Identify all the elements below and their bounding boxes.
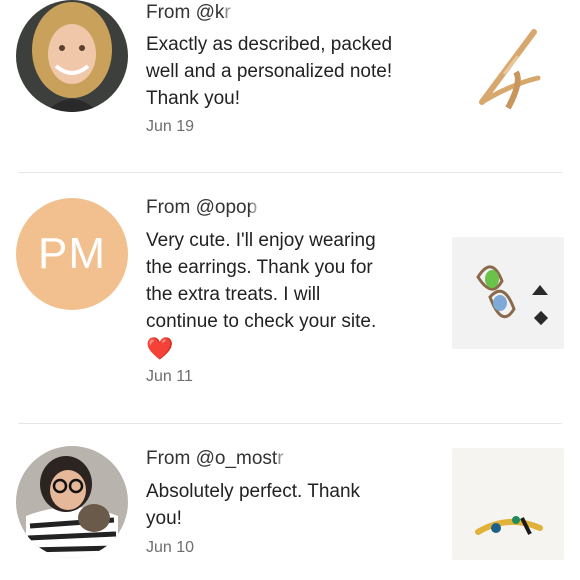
avatar-initials: PM [38,229,106,278]
redacted-handle [251,196,326,220]
divider [18,172,562,173]
divider [18,423,562,424]
review-date: Jun 10 [146,539,195,556]
reviewer-photo [16,446,128,558]
review-text: Absolutely perfect. Thank you! [146,481,361,529]
review-author[interactable]: From @kr [146,1,299,25]
redacted-handle [277,447,352,471]
review-date: Jun 19 [146,118,195,135]
product-thumbnail[interactable] [452,12,564,124]
review-author[interactable]: From @opop [146,196,326,220]
heart-icon: ❤️ [146,336,174,361]
reviewer-photo [16,0,128,112]
review-text: Exactly as described, packed well and a … [146,34,393,109]
review-text: Very cute. I'll enjoy wearing the earrin… [146,227,436,363]
review-item: From @o_mostr Absolutely perfect. Thank … [0,440,580,580]
avatar[interactable] [16,0,128,112]
earrings-image [476,265,549,326]
review-author[interactable]: From @o_mostr [146,447,352,471]
product-thumbnail[interactable] [452,237,564,349]
review-item: PM From @opop Very cute. I'll enjoy wear… [0,190,580,422]
rings-image [475,516,543,535]
avatar[interactable] [16,446,128,558]
review-item: From @kr Exactly as described, packed we… [0,0,580,172]
ring-image [479,29,541,110]
redacted-handle [224,1,299,25]
review-date: Jun 11 [146,368,193,385]
product-thumbnail[interactable] [452,448,564,560]
avatar[interactable]: PM [16,198,128,310]
